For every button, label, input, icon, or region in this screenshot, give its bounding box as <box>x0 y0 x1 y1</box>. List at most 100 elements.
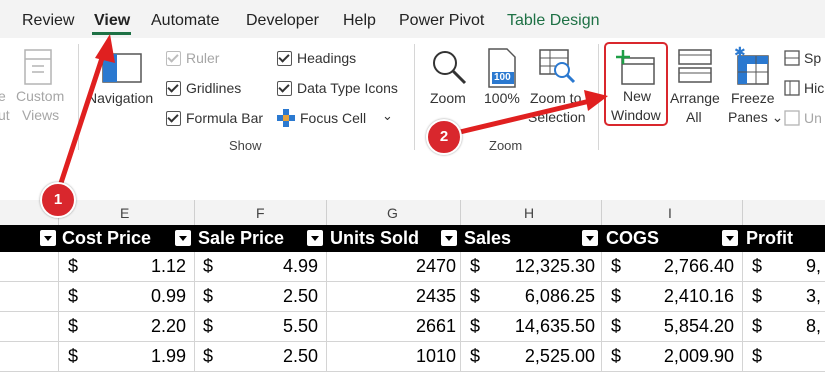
custom-views-label-1: Custom <box>16 88 65 104</box>
column-header-g[interactable]: G <box>387 205 398 221</box>
cell-sale-price[interactable]: 2.50 <box>283 282 318 311</box>
cell-cogs[interactable]: 2,410.16 <box>664 282 734 311</box>
new-window-button[interactable]: New Window <box>604 42 668 126</box>
zoom-selection-icon <box>539 49 576 84</box>
cell-units-sold[interactable]: 2470 <box>416 252 456 281</box>
column-header-i[interactable]: I <box>668 205 672 221</box>
hide-button[interactable]: Hic <box>784 78 825 100</box>
currency-symbol: $ <box>611 286 622 306</box>
cell-profit[interactable]: 3, <box>806 282 821 311</box>
header-sale-price: Sale Price <box>198 228 285 248</box>
tab-table-design[interactable]: Table Design <box>507 12 600 30</box>
header-units-sold: Units Sold <box>330 228 419 248</box>
cell-border <box>601 282 602 311</box>
currency-symbol: $ <box>68 286 79 306</box>
currency-symbol: $ <box>68 256 79 276</box>
gridlines-label: Gridlines <box>186 80 242 96</box>
tab-view[interactable]: View <box>94 12 130 30</box>
cell-border <box>742 282 743 311</box>
tab-developer[interactable]: Developer <box>246 12 319 30</box>
table-row: $ 2.20 $ 5.50 2661 $ 14,635.50 $ 5,854.2… <box>0 312 825 342</box>
column-divider <box>460 200 461 225</box>
gridlines-checkbox[interactable] <box>166 81 181 96</box>
currency-symbol: $ <box>470 286 481 306</box>
navigation-button[interactable]: Navigation <box>84 42 158 132</box>
cell-border <box>194 342 195 371</box>
zoom-to-selection-button[interactable]: Zoom to Selection <box>526 42 592 132</box>
cell-sales[interactable]: 6,086.25 <box>525 282 595 311</box>
unhide-label: Un <box>804 110 822 126</box>
focus-cell-button[interactable]: Focus Cell ⌄ <box>276 106 396 130</box>
custom-views-button[interactable]: Custom Views <box>10 42 70 132</box>
cell-cogs[interactable]: 5,854.20 <box>664 312 734 341</box>
formula-bar-checkbox[interactable] <box>166 111 181 126</box>
column-header-e[interactable]: E <box>120 205 129 221</box>
freeze-panes-icon: ✱ <box>734 46 769 85</box>
tab-power-pivot[interactable]: Power Pivot <box>399 12 484 30</box>
navigation-label: Navigation <box>87 90 154 106</box>
cell-profit[interactable]: 8, <box>806 312 821 341</box>
tab-review[interactable]: Review <box>22 12 74 30</box>
column-header-h[interactable]: H <box>524 205 534 221</box>
cell-sale-price[interactable]: 5.50 <box>283 312 318 341</box>
data-type-icons-checkbox[interactable] <box>277 81 292 96</box>
cell-sale-price[interactable]: 4.99 <box>283 252 318 281</box>
ribbon-separator <box>598 44 599 150</box>
filter-dropdown-icon[interactable] <box>582 230 598 246</box>
filter-dropdown-icon[interactable] <box>40 230 56 246</box>
table-header-row: Cost Price Sale Price Units Sold Sales C… <box>0 225 825 252</box>
split-button[interactable]: Sp <box>784 48 825 70</box>
cell-border <box>326 342 327 371</box>
unhide-icon <box>784 110 800 126</box>
cell-sales[interactable]: 2,525.00 <box>525 342 595 371</box>
currency-symbol: $ <box>752 256 763 276</box>
step-2-badge: 2 <box>426 119 462 155</box>
ruler-checkbox[interactable] <box>166 51 181 66</box>
zoom-to-selection-label-1: Zoom to <box>530 90 582 106</box>
headings-checkbox[interactable] <box>277 51 292 66</box>
cell-cost-price[interactable]: 2.20 <box>151 312 186 341</box>
cell-border <box>460 252 461 281</box>
header-cost-price: Cost Price <box>62 228 152 248</box>
cell-sale-price[interactable]: 2.50 <box>283 342 318 371</box>
cell-profit[interactable]: 9, <box>806 252 821 281</box>
cell-cost-price[interactable]: 1.99 <box>151 342 186 371</box>
ribbon-separator <box>78 44 79 150</box>
arrange-all-icon <box>678 49 712 83</box>
custom-views-icon <box>24 49 52 85</box>
column-header-f[interactable]: F <box>256 205 265 221</box>
navigation-icon <box>102 53 142 83</box>
zoom-button[interactable]: Zoom <box>422 42 476 132</box>
freeze-panes-button[interactable]: ✱ Freeze Panes ⌄ <box>724 42 783 132</box>
cell-units-sold[interactable]: 2661 <box>416 312 456 341</box>
unhide-button[interactable]: Un <box>784 108 825 130</box>
new-window-label-1: New <box>623 88 652 104</box>
arrange-all-button[interactable]: Arrange All <box>668 42 722 132</box>
filter-dropdown-icon[interactable] <box>722 230 738 246</box>
tab-automate[interactable]: Automate <box>151 12 219 30</box>
cell-sales[interactable]: 12,325.30 <box>515 252 595 281</box>
currency-symbol: $ <box>611 346 622 366</box>
cell-border <box>194 312 195 341</box>
ribbon: e ut Custom Views Navigation Ruler Gridl… <box>0 38 825 163</box>
cell-cogs[interactable]: 2,009.90 <box>664 342 734 371</box>
tab-view-underline <box>92 32 131 35</box>
cell-units-sold[interactable]: 1010 <box>416 342 456 371</box>
zoom-100-button[interactable]: 100 100% <box>480 42 522 132</box>
currency-symbol: $ <box>68 316 79 336</box>
ruler-label: Ruler <box>186 50 220 66</box>
hide-label: Hic <box>804 80 825 96</box>
filter-dropdown-icon[interactable] <box>175 230 191 246</box>
filter-dropdown-icon[interactable] <box>307 230 323 246</box>
cell-units-sold[interactable]: 2435 <box>416 282 456 311</box>
cell-cogs[interactable]: 2,766.40 <box>664 252 734 281</box>
column-divider <box>194 200 195 225</box>
cell-sales[interactable]: 14,635.50 <box>515 312 595 341</box>
cell-cost-price[interactable]: 0.99 <box>151 282 186 311</box>
cell-cost-price[interactable]: 1.12 <box>151 252 186 281</box>
focus-cell-chevron-down-icon[interactable]: ⌄ <box>382 108 393 124</box>
filter-dropdown-icon[interactable] <box>441 230 457 246</box>
currency-symbol: $ <box>203 346 214 366</box>
show-group-label: Show <box>229 138 262 153</box>
tab-help[interactable]: Help <box>343 12 376 30</box>
